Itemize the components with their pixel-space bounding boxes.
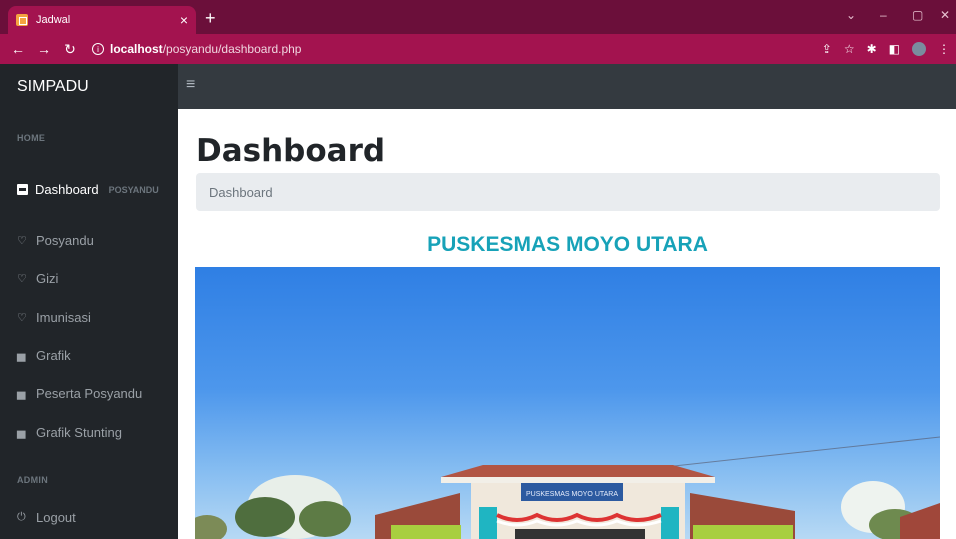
forward-icon[interactable]: → [36, 41, 52, 57]
sidebar-heading-admin: ADMIN [17, 475, 48, 485]
breadcrumb-item: Dashboard [209, 184, 273, 200]
minimize-icon[interactable]: – [880, 8, 887, 22]
sidebar-item-label: Logout [36, 510, 76, 525]
sidebar-subheading: POSYANDU [108, 184, 159, 195]
chart-icon: ▅ [17, 427, 26, 439]
sidebar-item-grafik-stunting[interactable]: ▅ Grafik Stunting [17, 425, 122, 440]
stethoscope-icon: ♡ [17, 312, 27, 324]
browser-tab[interactable]: Jadwal × [8, 6, 196, 34]
chart-icon: ▅ [17, 388, 26, 400]
sidebar-item-peserta-posyandu[interactable]: ▅ Peserta Posyandu [17, 386, 142, 401]
url-host: localhost [110, 42, 163, 56]
reload-icon[interactable]: ↻ [62, 41, 78, 58]
sidebar-item-dashboard[interactable]: Dashboard POSYANDU [17, 182, 159, 197]
building-sign: PUSKESMAS MOYO UTARA [526, 491, 618, 498]
sidebar: HOME Dashboard POSYANDU ♡ Posyandu ♡ Giz… [0, 109, 178, 539]
tab-close-icon[interactable]: × [180, 12, 188, 28]
building-photo-illustration: PUSKESMAS MOYO UTARA [195, 436, 940, 539]
main-content: Dashboard Dashboard PUSKESMAS MOYO UTARA [178, 109, 956, 539]
sidebar-item-posyandu[interactable]: ♡ Posyandu [17, 233, 94, 248]
menu-icon[interactable]: ⋮ [938, 42, 950, 56]
address-bar: ← → ↻ i localhost /posyandu/dashboard.ph… [0, 34, 956, 64]
tab-search-icon[interactable]: ⌄ [846, 8, 856, 22]
section-headline: PUSKESMAS MOYO UTARA [427, 233, 708, 256]
sidebar-item-gizi[interactable]: ♡ Gizi [17, 271, 58, 286]
brand-logo[interactable]: SIMPADU [0, 64, 178, 109]
chart-icon: ▅ [17, 350, 26, 362]
stethoscope-icon: ♡ [17, 273, 27, 285]
sidebar-item-label: Posyandu [36, 233, 94, 248]
sidebar-item-label: Grafik Stunting [36, 425, 122, 440]
sidebar-item-logout[interactable]: ⏻ Logout [17, 510, 76, 525]
share-icon[interactable]: ⇪ [822, 42, 832, 56]
back-icon[interactable]: ← [10, 41, 26, 57]
page-title: Dashboard [196, 133, 386, 169]
profile-avatar[interactable] [912, 42, 926, 56]
new-tab-button[interactable]: + [205, 8, 216, 29]
sidebar-toggle-icon[interactable]: ≡ [186, 76, 195, 94]
url-field[interactable]: i localhost /posyandu/dashboard.php [92, 38, 301, 60]
browser-tab-bar: Jadwal × + ⌄ – ▢ ✕ [0, 0, 956, 34]
calendar-icon [16, 14, 28, 26]
info-icon[interactable]: i [92, 43, 104, 55]
breadcrumb: Dashboard [196, 173, 940, 211]
maximize-icon[interactable]: ▢ [912, 8, 923, 22]
power-icon: ⏻ [17, 511, 26, 523]
puskesmas-photo: PUSKESMAS MOYO UTARA [195, 267, 940, 539]
sidepanel-icon[interactable]: ◧ [889, 42, 900, 56]
sidebar-heading-home: HOME [17, 133, 46, 143]
url-path: /posyandu/dashboard.php [162, 42, 302, 56]
sidebar-item-label: Grafik [36, 348, 71, 363]
sidebar-item-imunisasi[interactable]: ♡ Imunisasi [17, 310, 91, 325]
building-icon [17, 184, 28, 195]
stethoscope-icon: ♡ [17, 235, 27, 247]
sidebar-item-label: Peserta Posyandu [36, 386, 143, 401]
sidebar-item-grafik[interactable]: ▅ Grafik [17, 348, 71, 363]
close-window-icon[interactable]: ✕ [940, 8, 950, 22]
bookmark-star-icon[interactable]: ☆ [844, 42, 855, 56]
tab-title: Jadwal [36, 14, 71, 26]
sidebar-item-label: Gizi [36, 271, 59, 286]
sidebar-item-label: Dashboard [35, 182, 99, 197]
browser-toolbar-icons: ⇪ ☆ ✱ ◧ ⋮ [822, 42, 950, 56]
app-header: SIMPADU ≡ [0, 64, 956, 109]
sidebar-item-label: Imunisasi [36, 310, 91, 325]
extensions-icon[interactable]: ✱ [867, 42, 877, 56]
